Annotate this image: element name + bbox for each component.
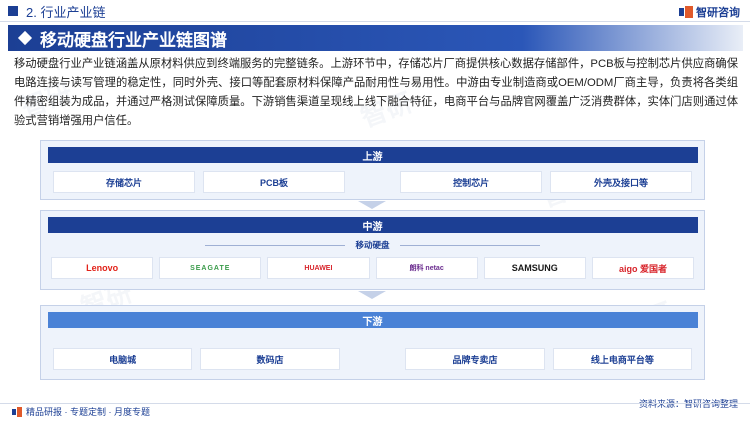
divider <box>399 244 540 246</box>
downstream-item: 数码店 <box>200 348 340 370</box>
midstream-sublabel: 移动硬盘 <box>355 240 390 250</box>
footer-tagline: 精品研报 · 专题定制 · 月度专题 <box>12 405 150 418</box>
intro-paragraph: 移动硬盘行业产业链涵盖从原材料供应到终端服务的完整链条。上游环节中，存储芯片厂商… <box>14 58 738 127</box>
footer-divider <box>0 403 750 404</box>
footer-logo-icon <box>12 406 22 417</box>
footer-text: 精品研报 · 专题定制 · 月度专题 <box>26 407 150 417</box>
upstream-item: PCB板 <box>202 171 345 193</box>
brand-logo-aigo: aigo 爱国者 <box>591 257 695 279</box>
brand-logo-huawei: HUAWEI <box>267 257 370 279</box>
logo-text: 智研咨询 <box>696 7 740 19</box>
downstream-title: 下游 <box>47 312 698 328</box>
arrow-down-icon <box>358 201 386 209</box>
top-bar: 2. 行业产业链 智研咨询 <box>0 0 750 22</box>
upstream-panel: 上游 存储芯片 PCB板 控制芯片 外壳及接口等 <box>40 140 705 200</box>
midstream-title: 中游 <box>47 217 698 233</box>
section-label: 2. 行业产业链 <box>26 4 106 20</box>
brand-logo[interactable]: 智研咨询 <box>679 4 740 20</box>
page-title: 移动硬盘行业产业链图谱 <box>40 30 227 50</box>
downstream-item: 电脑城 <box>53 348 193 370</box>
section-marker-icon <box>8 6 18 16</box>
brand-logo-netac: 朗科 netac <box>375 257 478 279</box>
divider <box>205 244 346 246</box>
brand-logo-samsung: SAMSUNG <box>483 257 586 279</box>
title-bar: 移动硬盘行业产业链图谱 <box>8 25 743 51</box>
logo-icon <box>679 6 693 18</box>
downstream-item: 品牌专卖店 <box>405 348 545 370</box>
downstream-item: 线上电商平台等 <box>552 348 692 370</box>
upstream-item: 存储芯片 <box>53 171 195 193</box>
diamond-icon <box>17 30 33 46</box>
upstream-item: 控制芯片 <box>400 171 543 193</box>
upstream-title: 上游 <box>47 147 698 163</box>
upstream-item: 外壳及接口等 <box>550 171 693 193</box>
brand-logo-lenovo: Lenovo <box>51 257 154 279</box>
downstream-panel: 下游 电脑城 数码店 品牌专卖店 线上电商平台等 <box>40 305 705 380</box>
brand-logo-seagate: SEAGATE <box>159 257 262 279</box>
arrow-down-icon <box>358 291 386 299</box>
top-divider <box>0 21 750 22</box>
midstream-panel: 中游 移动硬盘 Lenovo SEAGATE HUAWEI 朗科 netac S… <box>40 210 705 290</box>
